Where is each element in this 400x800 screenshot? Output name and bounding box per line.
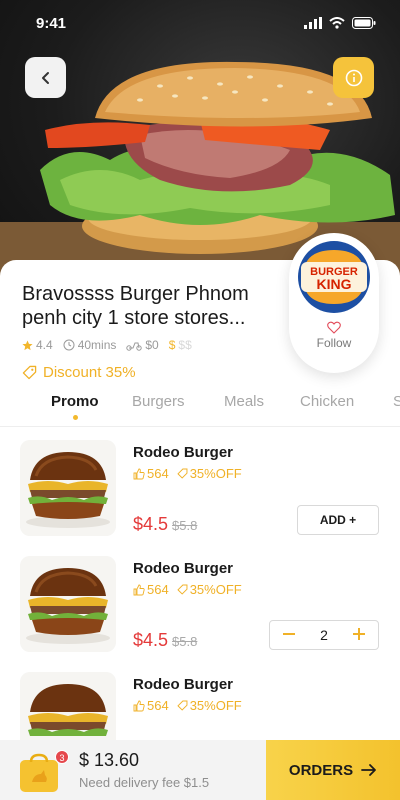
thumbs-up-icon [133,700,145,711]
plus-icon [352,628,365,640]
heart-icon [327,321,341,334]
item-name: Rodeo Burger [133,444,234,461]
item-image [20,440,116,536]
tab-more[interactable]: S [393,393,400,410]
back-button[interactable] [25,57,66,98]
arrow-right-icon [361,764,376,776]
status-bar: 9:41 [0,0,400,46]
tab-promo[interactable]: Promo [51,393,99,410]
tag-icon [177,468,188,479]
delivery-fee: $0 [126,338,159,352]
status-icons [304,17,376,29]
tab-meals[interactable]: Meals [224,393,264,410]
cart-button[interactable] [18,752,60,794]
item-name: Rodeo Burger [133,676,234,693]
orders-label: ORDERS [288,761,354,779]
rating-value: 4.4 [36,338,53,352]
item-price: $4.5 [133,514,169,534]
price-level: $ $$ [169,338,192,352]
minus-icon [283,633,295,635]
tab-burgers[interactable]: Burgers [132,393,185,410]
signal-icon [304,17,322,29]
follow-button[interactable]: Follow [289,321,379,350]
item-discount-value: 35%OFF [189,698,242,713]
brand-card: BURGER KING Follow [289,233,379,373]
tag-icon [177,584,188,595]
item-stats: 564 35%OFF [133,698,242,713]
quantity-value: 2 [320,627,328,643]
burger-king-logo: BURGER KING [298,241,370,313]
star-icon [22,339,33,350]
logo-text-king: KING [317,276,352,292]
list-item[interactable]: Rodeo Burger 564 35%OFF $4.5 $5.8 2 [0,556,400,672]
status-time: 9:41 [36,14,67,32]
item-discount: 35%OFF [177,466,242,481]
item-stats: 564 35%OFF [133,582,242,597]
item-stats: 564 35%OFF [133,466,242,481]
item-price: $4.5 [133,630,169,650]
likes: 564 [133,582,169,597]
likes-count: 564 [147,582,169,597]
cart-bar: 3 $ 13.60 Need delivery fee $1.5 ORDERS [0,740,400,800]
item-name: Rodeo Burger [133,560,234,577]
chevron-left-icon [41,71,49,84]
thumbs-up-icon [133,584,145,595]
cart-badge: 3 [55,750,69,764]
item-old-price: $5.8 [172,634,198,649]
item-image [20,556,116,652]
likes-count: 564 [147,698,169,713]
orders-button[interactable]: ORDERS [266,740,400,800]
likes: 564 [133,466,169,481]
item-discount: 35%OFF [177,582,242,597]
burger-thumbnail [20,440,116,536]
quantity-stepper: 2 [269,620,379,650]
price-row: $4.5 $5.8 [133,514,197,535]
brand-logo: BURGER KING [295,238,373,316]
item-discount: 35%OFF [177,698,242,713]
info-button[interactable] [333,57,374,98]
rating: 4.4 [22,338,53,352]
active-tab-indicator [73,415,78,420]
delivery-note: Need delivery fee $1.5 [79,775,210,790]
store-meta: 4.4 40mins $0 $ $$ [22,338,192,352]
discount-text: Discount 35% [43,364,136,381]
likes: 564 [133,698,169,713]
price-level-active: $ [168,338,176,352]
price-row: $4.5 $5.8 [133,630,197,651]
store-name: Bravossss Burger Phnom penh city 1 store… [22,283,249,329]
tag-icon [177,700,188,711]
item-old-price: $5.8 [172,518,198,533]
tab-chicken[interactable]: Chicken [300,393,354,410]
category-tabs: Promo Burgers Meals Chicken S [0,393,400,427]
burger-thumbnail [20,556,116,652]
battery-icon [352,17,376,29]
list-item[interactable]: Rodeo Burger 564 35%OFF $4.5 $5.8 ADD + [0,440,400,556]
thumbs-up-icon [133,468,145,479]
price-level-inactive: $$ [178,338,192,352]
follow-label: Follow [316,336,352,350]
item-discount-value: 35%OFF [189,582,242,597]
shopping-bag-icon [20,753,58,792]
delivery-fee-value: $0 [145,338,159,352]
item-discount-value: 35%OFF [189,466,242,481]
info-icon [345,69,362,86]
likes-count: 564 [147,466,169,481]
increment-button[interactable] [350,625,368,645]
delivery-time-value: 40mins [77,338,117,352]
wifi-icon [329,17,345,29]
scooter-icon [126,342,143,351]
clock-icon [63,339,75,351]
tag-icon [22,365,37,380]
store-discount: Discount 35% [22,364,136,381]
add-button[interactable]: ADD + [297,505,379,535]
delivery-time: 40mins [63,338,117,352]
cart-total: $ 13.60 [79,750,140,770]
decrement-button[interactable] [280,625,298,645]
